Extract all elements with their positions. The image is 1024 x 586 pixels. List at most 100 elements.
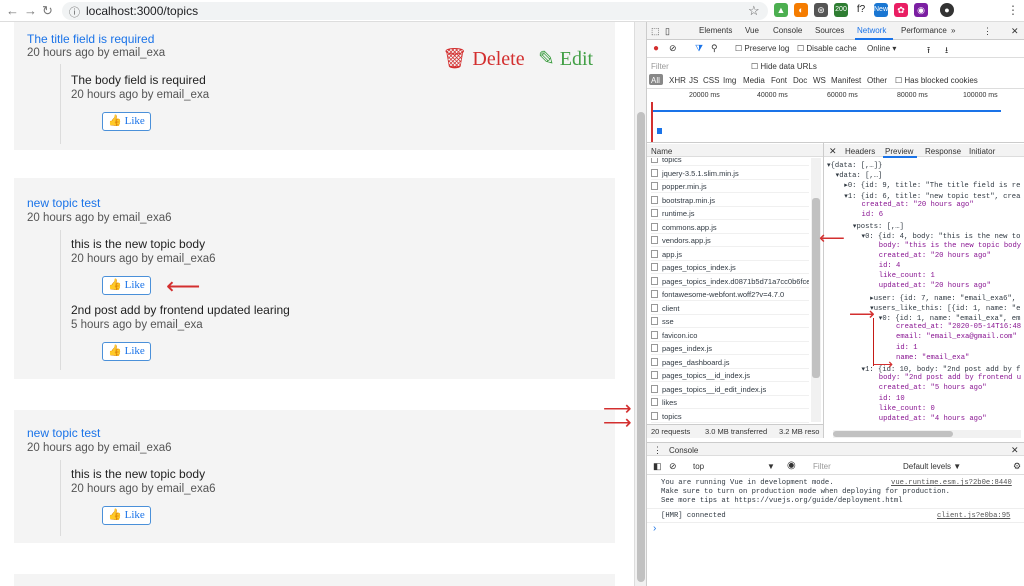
chevron-down-icon[interactable]: ▼ bbox=[767, 462, 775, 471]
request-row[interactable]: favicon.ico bbox=[651, 329, 809, 342]
star-icon[interactable]: ☆ bbox=[748, 3, 760, 19]
back-icon[interactable]: ← bbox=[6, 3, 19, 18]
context-select[interactable]: top bbox=[693, 462, 704, 471]
extension-icon[interactable]: ✿ bbox=[894, 3, 908, 17]
filter-input[interactable]: Filter bbox=[651, 62, 669, 71]
type-filter-img[interactable]: Img bbox=[723, 76, 736, 85]
page-scrollbar[interactable] bbox=[634, 22, 646, 586]
request-row[interactable]: pages_topics__id_index.js bbox=[651, 369, 809, 382]
reload-icon[interactable]: ↻ bbox=[42, 3, 53, 19]
profile-avatar[interactable]: ● bbox=[940, 3, 954, 17]
preview-tree-line[interactable]: id: 4 bbox=[827, 262, 901, 270]
request-row[interactable]: sse bbox=[651, 315, 809, 328]
request-row[interactable]: app.js bbox=[651, 248, 809, 261]
preview-tree-line[interactable]: ▾1: {id: 10, body: "2nd post add by f bbox=[827, 364, 1021, 374]
like-button[interactable]: 👍 Like bbox=[102, 506, 151, 525]
filter-icon[interactable]: ⧩ bbox=[695, 43, 703, 54]
preview-tree-line[interactable]: created_at: "5 hours ago" bbox=[827, 384, 987, 392]
preview-tree-line[interactable]: email: "email_exa@gmail.com" bbox=[827, 333, 1017, 341]
device-icon[interactable]: ▯ bbox=[665, 26, 670, 37]
extension-icon[interactable]: New bbox=[874, 3, 888, 17]
request-row[interactable]: bootstrap.min.js bbox=[651, 194, 809, 207]
more-icon[interactable]: ⋮ bbox=[983, 26, 992, 37]
extension-icon[interactable]: f? bbox=[854, 3, 868, 17]
clear-console-icon[interactable]: ⊘ bbox=[669, 461, 677, 472]
console-source-link[interactable]: client.js?e0ba:95 bbox=[937, 512, 1010, 520]
eye-icon[interactable]: ◉ bbox=[787, 460, 796, 471]
type-filter-js[interactable]: JS bbox=[689, 76, 698, 85]
tab-preview[interactable]: Preview bbox=[885, 147, 913, 156]
request-row[interactable]: client bbox=[651, 302, 809, 315]
info-icon[interactable]: ⓘ bbox=[69, 4, 80, 20]
tab-sources[interactable]: Sources bbox=[815, 26, 844, 35]
tab-vue[interactable]: Vue bbox=[745, 26, 759, 35]
edit-button[interactable]: ✎ Edit bbox=[538, 46, 593, 71]
tab-headers[interactable]: Headers bbox=[845, 147, 875, 156]
request-row[interactable]: runtime.js bbox=[651, 207, 809, 220]
blocked-cookies-checkbox[interactable]: ☐ Has blocked cookies bbox=[895, 76, 978, 85]
preserve-log-checkbox[interactable]: ☐ Preserve log bbox=[735, 44, 789, 53]
record-icon[interactable]: ● bbox=[653, 43, 659, 54]
preview-tree-line[interactable]: ▾{data: [,…]} bbox=[827, 160, 882, 170]
like-button[interactable]: 👍 Like bbox=[102, 342, 151, 361]
preview-tree-line[interactable]: id: 10 bbox=[827, 395, 905, 403]
request-row[interactable]: pages_topics_index.js bbox=[651, 261, 809, 274]
hide-data-urls-checkbox[interactable]: ☐ Hide data URLs bbox=[751, 62, 817, 71]
preview-tree-line[interactable]: ▸0: {id: 9, title: "The title field is r… bbox=[827, 180, 1020, 190]
type-filter-font[interactable]: Font bbox=[771, 76, 787, 85]
like-button[interactable]: 👍 Like bbox=[102, 112, 151, 131]
name-column-header[interactable]: Name bbox=[651, 147, 672, 156]
request-row[interactable]: popper.min.js bbox=[651, 180, 809, 193]
preview-tree-line[interactable]: body: "this is the new topic body" bbox=[827, 242, 1021, 250]
type-filter-doc[interactable]: Doc bbox=[793, 76, 807, 85]
type-filter-xhr[interactable]: XHR bbox=[669, 76, 686, 85]
tab-performance[interactable]: Performance bbox=[901, 26, 947, 35]
tab-response[interactable]: Response bbox=[925, 147, 961, 156]
extension-icon[interactable]: ◐ bbox=[794, 3, 808, 17]
forward-icon[interactable]: → bbox=[24, 3, 37, 18]
request-row[interactable]: fontawesome-webfont.woff2?v=4.7.0 bbox=[651, 288, 809, 301]
address-bar[interactable]: ⓘ localhost:3000/topics ☆ bbox=[62, 2, 768, 20]
tab-elements[interactable]: Elements bbox=[699, 26, 732, 35]
request-row[interactable]: commons.app.js bbox=[651, 221, 809, 234]
console-filter-input[interactable]: Filter bbox=[813, 462, 831, 471]
close-icon[interactable]: ✕ bbox=[1011, 26, 1019, 37]
request-row[interactable]: pages_dashboard.js bbox=[651, 356, 809, 369]
preview-tree-line[interactable]: created_at: "20 hours ago" bbox=[827, 252, 991, 260]
like-button[interactable]: 👍 Like bbox=[102, 276, 151, 295]
more-tabs-icon[interactable]: » bbox=[951, 26, 955, 35]
url-text[interactable]: localhost:3000/topics bbox=[86, 4, 198, 18]
type-filter-all[interactable]: All bbox=[651, 76, 660, 85]
tab-console[interactable]: Console bbox=[773, 26, 802, 35]
request-row[interactable]: topics bbox=[651, 158, 809, 166]
topic-title[interactable]: new topic test bbox=[27, 426, 100, 440]
request-row[interactable]: pages_topics__id_edit_index.js bbox=[651, 383, 809, 396]
preview-tree-line[interactable]: ▾0: {id: 4, body: "this is the new to bbox=[827, 231, 1021, 241]
clear-icon[interactable]: ⊘ bbox=[669, 43, 677, 54]
request-row[interactable]: pages_index.js bbox=[651, 342, 809, 355]
console-source-link[interactable]: vue.runtime.esm.js?2b0e:8440 bbox=[891, 479, 1012, 487]
throttle-select[interactable]: Online ▾ bbox=[867, 44, 896, 53]
request-row[interactable]: likes bbox=[651, 396, 809, 409]
request-row[interactable]: pages_topics_index.d0871b5d71a7cc0b6fce bbox=[651, 275, 809, 288]
tab-network[interactable]: Network bbox=[857, 26, 886, 35]
preview-tree-line[interactable]: body: "2nd post add by frontend up bbox=[827, 374, 1021, 382]
menu-icon[interactable]: ⋮ bbox=[1006, 3, 1020, 17]
console-prompt[interactable]: › bbox=[653, 523, 656, 534]
close-icon[interactable]: ✕ bbox=[1011, 445, 1019, 456]
tab-initiator[interactable]: Initiator bbox=[969, 147, 995, 156]
sidebar-toggle-icon[interactable]: ◧ bbox=[653, 461, 662, 472]
console-drawer-tab[interactable]: Console bbox=[669, 446, 698, 455]
topic-title[interactable]: The title field is required bbox=[27, 32, 154, 46]
disable-cache-checkbox[interactable]: ☐ Disable cache bbox=[797, 44, 857, 53]
request-row[interactable]: jquery-3.5.1.slim.min.js bbox=[651, 167, 809, 180]
topic-title[interactable]: new topic test bbox=[27, 196, 100, 210]
preview-tree-line[interactable]: created_at: "20 hours ago" bbox=[827, 201, 974, 209]
request-row[interactable]: topics bbox=[651, 410, 809, 423]
extension-icon[interactable]: ◉ bbox=[914, 3, 928, 17]
type-filter-media[interactable]: Media bbox=[743, 76, 765, 85]
extension-icon[interactable]: 200 bbox=[834, 3, 848, 17]
type-filter-css[interactable]: CSS bbox=[703, 76, 719, 85]
preview-tree-line[interactable]: ▾1: {id: 6, title: "new topic test", cre… bbox=[827, 191, 1020, 201]
preview-tree-line[interactable]: ▸user: {id: 7, name: "email_exa6", bbox=[827, 293, 1016, 303]
